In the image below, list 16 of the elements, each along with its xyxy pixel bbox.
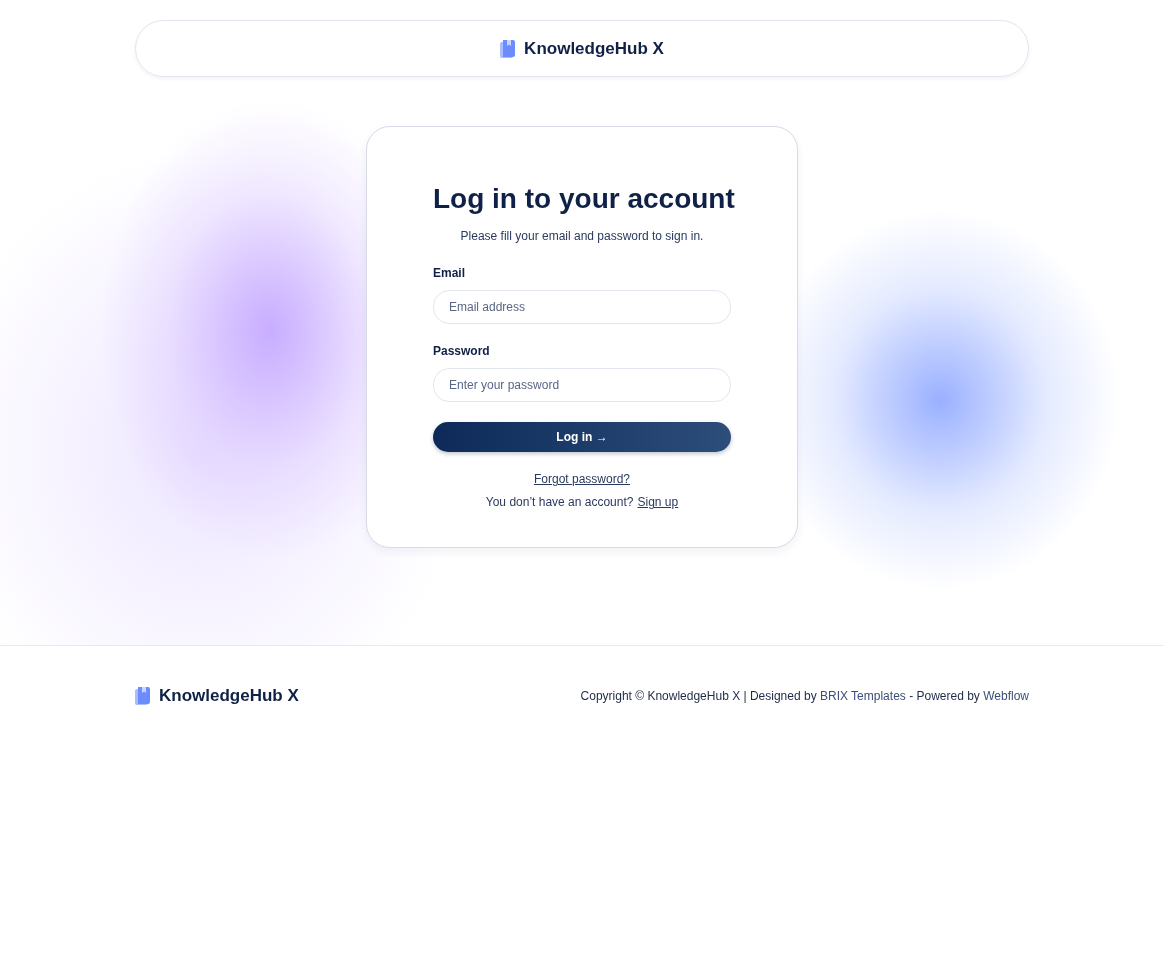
book-icon bbox=[500, 39, 517, 58]
footer-brand-name[interactable]: KnowledgeHub X bbox=[159, 686, 299, 706]
forgot-password-link[interactable]: Forgot password? bbox=[533, 472, 630, 487]
copyright-text: Copyright © KnowledgeHub X | Designed by BRIX Templates - Powered by Webflow bbox=[580, 689, 1029, 703]
signup-link[interactable]: Sign up bbox=[637, 495, 679, 510]
login-button[interactable]: Log in → bbox=[433, 422, 731, 453]
book-icon bbox=[135, 687, 151, 705]
signup-prompt: You don’t have an account? bbox=[485, 495, 634, 510]
input-field[interactable]: Email address bbox=[433, 290, 731, 325]
designer-link[interactable]: BRIX Templates bbox=[820, 689, 906, 703]
login-subtitle: Please fill your email and password to sign in. bbox=[459, 229, 705, 244]
field-label: Password bbox=[433, 344, 490, 359]
input-field[interactable]: Enter your password bbox=[433, 368, 731, 403]
field-label: Email bbox=[433, 266, 465, 281]
webflow-link[interactable]: Webflow bbox=[983, 689, 1029, 703]
brand-name[interactable]: KnowledgeHub X bbox=[524, 38, 664, 59]
